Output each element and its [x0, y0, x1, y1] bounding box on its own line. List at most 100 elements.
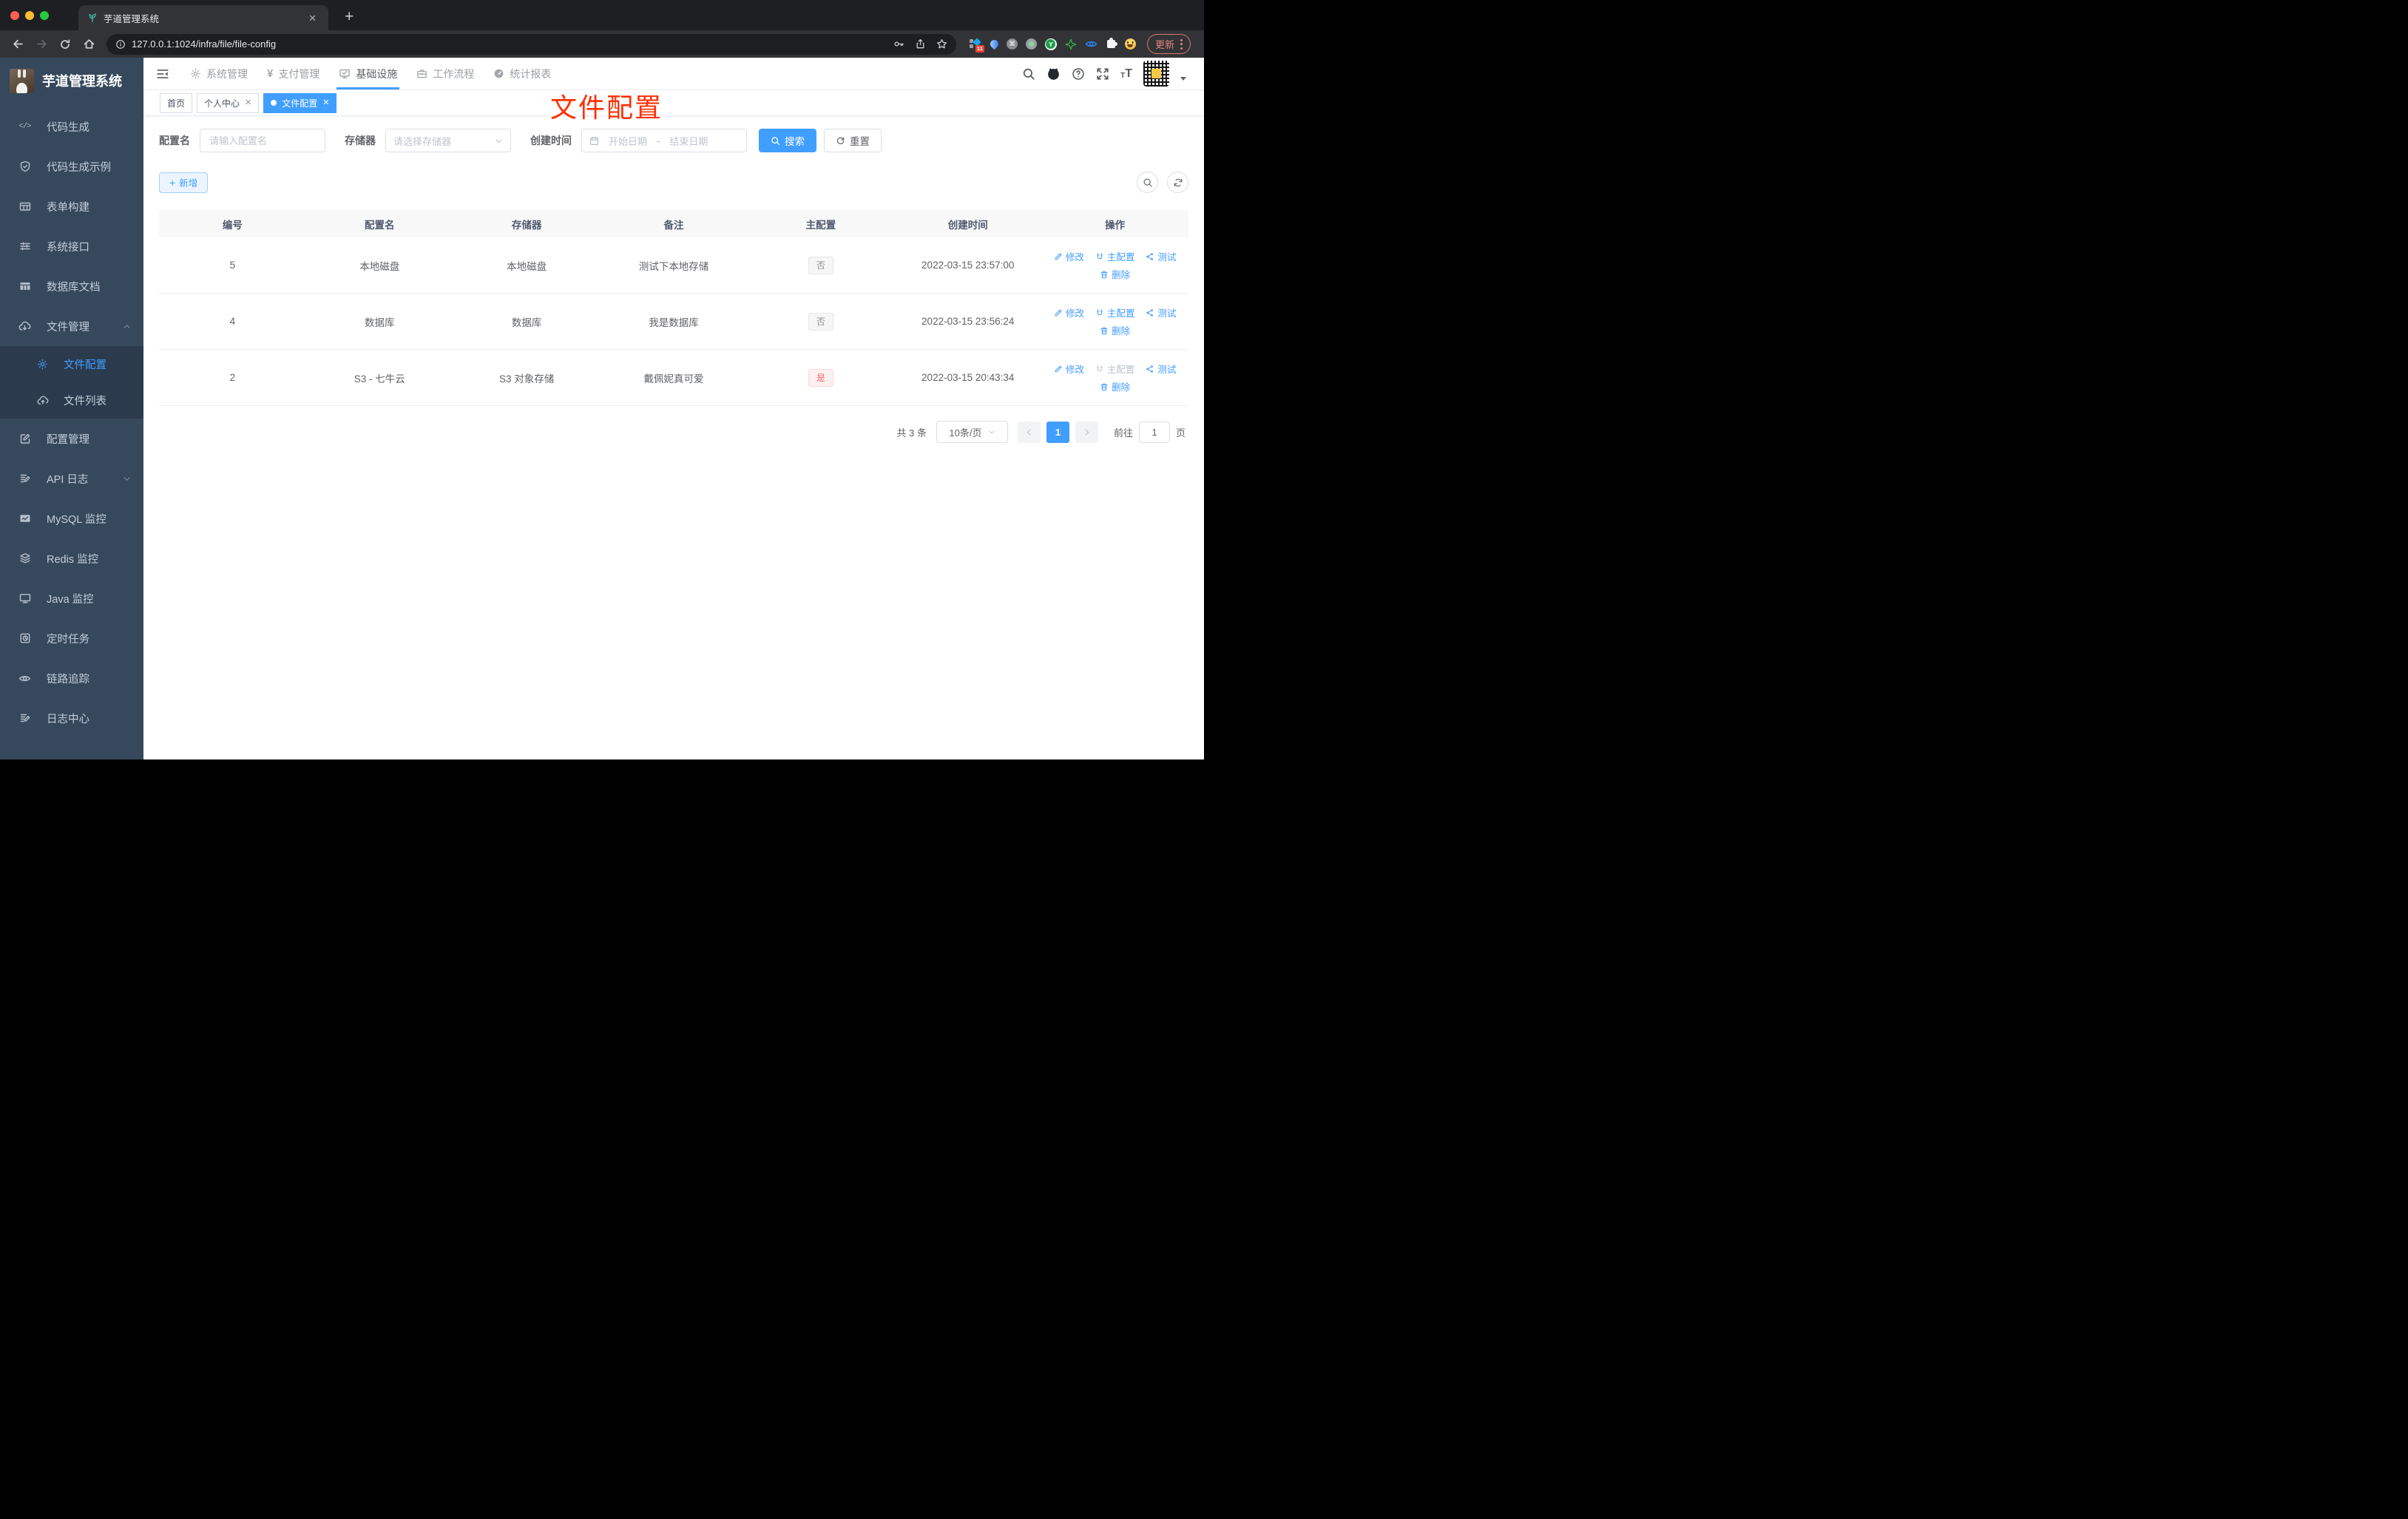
test-action[interactable]: 测试 [1146, 362, 1176, 376]
user-avatar[interactable] [1143, 61, 1169, 87]
address-bar[interactable]: 127.0.0.1:1024/infra/file/file-config [106, 33, 956, 55]
password-key-icon[interactable] [893, 38, 904, 50]
tag-file-config[interactable]: 文件配置 ✕ [263, 92, 337, 113]
extension-star-icon[interactable] [1065, 38, 1077, 50]
sidebar-item-api-log[interactable]: API 日志 [0, 459, 143, 498]
sidebar-item-code-generation[interactable]: </> 代码生成 [0, 106, 143, 146]
nav-menu-label: 系统管理 [206, 67, 248, 80]
search-button[interactable]: 搜索 [759, 129, 816, 152]
pagination: 共 3 条 10条/页 1 前往 1 页 [159, 421, 1188, 443]
red-annotation-title: 文件配置 [550, 92, 663, 123]
prev-page-button[interactable] [1017, 421, 1041, 443]
set-master-action[interactable]: 主配置 [1095, 249, 1134, 263]
page-number-button[interactable]: 1 [1046, 421, 1069, 443]
sidebar-item-log-center[interactable]: 日志中心 [0, 698, 143, 738]
close-icon[interactable]: ✕ [322, 98, 329, 107]
extension-pin-icon[interactable] [988, 38, 1001, 50]
forward-icon[interactable] [31, 34, 52, 55]
browser-tab[interactable]: 芋道管理系统 ✕ [78, 5, 328, 30]
refresh-button[interactable] [1167, 172, 1188, 193]
sidebar-item-code-example[interactable]: 代码生成示例 [0, 146, 143, 186]
config-name-label: 配置名 [159, 135, 190, 146]
sidebar-item-trace[interactable]: 链路追踪 [0, 658, 143, 698]
extension-dot-icon[interactable] [1025, 38, 1037, 50]
delete-action[interactable]: 删除 [1100, 379, 1130, 393]
config-name-input[interactable] [200, 129, 325, 152]
sidebar-item-java-monitor[interactable]: Java 监控 [0, 578, 143, 618]
close-window-button[interactable] [10, 10, 19, 20]
nav-menu-payment[interactable]: ¥ 支付管理 [257, 58, 329, 89]
extension-eye-icon[interactable] [1085, 38, 1098, 50]
edit-action[interactable]: 修改 [1054, 249, 1084, 263]
extensions-puzzle-icon[interactable] [1106, 38, 1117, 48]
nav-menu-infrastructure[interactable]: 基础设施 [329, 58, 407, 89]
column-header-name: 配置名 [365, 219, 395, 231]
share-icon[interactable] [915, 38, 926, 50]
calendar-icon [589, 136, 599, 146]
master-status-badge: 否 [808, 256, 833, 274]
set-master-action[interactable]: 主配置 [1095, 305, 1134, 319]
home-icon[interactable] [78, 34, 99, 55]
user-menu-caret-icon[interactable] [1180, 77, 1186, 81]
maximize-window-button[interactable] [40, 10, 49, 20]
close-icon[interactable]: ✕ [245, 98, 251, 107]
minimize-window-button[interactable] [25, 10, 34, 20]
show-search-toggle-button[interactable] [1137, 172, 1158, 193]
sidebar-item-config-management[interactable]: 配置管理 [0, 419, 143, 459]
chart-icon [18, 512, 31, 524]
sidebar-item-file-config[interactable]: 文件配置 [0, 346, 143, 382]
tag-home[interactable]: 首页 [160, 92, 193, 113]
tag-profile[interactable]: 个人中心 ✕ [197, 92, 260, 113]
edit-action[interactable]: 修改 [1054, 305, 1084, 319]
sidebar-item-label: 表单构建 [47, 201, 89, 214]
chrome-update-menu[interactable]: 更新 [1146, 34, 1191, 54]
reset-button-label: 重置 [850, 136, 870, 147]
sidebar-item-db-doc[interactable]: 数据库文档 [0, 266, 143, 306]
gear-icon [190, 68, 201, 79]
help-icon[interactable] [1072, 67, 1085, 81]
reset-button[interactable]: 重置 [824, 129, 882, 152]
page-size-select[interactable]: 10条/页 [936, 421, 1008, 443]
nav-menu-system[interactable]: 系统管理 [180, 58, 257, 89]
search-icon[interactable] [1022, 67, 1035, 81]
new-tab-button[interactable]: + [339, 8, 359, 30]
cell-storage: S3 对象存储 [499, 373, 555, 385]
add-button[interactable]: + 新增 [159, 172, 209, 193]
extension-command-icon[interactable]: ⌘ [1006, 38, 1018, 50]
storage-select[interactable]: 请选择存储器 [385, 129, 511, 152]
sidebar-item-file-list[interactable]: 文件列表 [0, 382, 143, 419]
bookmark-star-icon[interactable] [936, 38, 947, 50]
back-icon[interactable] [7, 34, 28, 55]
sidebar-item-mysql-monitor[interactable]: MySQL 监控 [0, 498, 143, 538]
cell-created: 2022-03-15 23:56:24 [921, 316, 1015, 327]
font-size-icon[interactable]: TT [1120, 67, 1132, 80]
tag-label: 首页 [167, 98, 186, 109]
sidebar-item-file-management[interactable]: 文件管理 [0, 306, 143, 346]
site-info-icon[interactable] [115, 39, 126, 50]
delete-action[interactable]: 删除 [1100, 267, 1130, 281]
sidebar-collapse-icon[interactable] [143, 67, 180, 81]
nav-menu-workflow[interactable]: 工作流程 [407, 58, 484, 89]
sidebar-item-redis-monitor[interactable]: Redis 监控 [0, 538, 143, 578]
nav-menu-report[interactable]: 统计报表 [484, 58, 561, 89]
delete-action[interactable]: 删除 [1100, 323, 1130, 337]
edit-action[interactable]: 修改 [1054, 362, 1084, 376]
cell-id: 4 [229, 316, 236, 327]
test-action[interactable]: 测试 [1146, 249, 1176, 263]
column-header-master: 主配置 [805, 219, 836, 231]
sidebar-logo[interactable]: 芋道管理系统 [0, 58, 143, 104]
github-icon[interactable] [1046, 67, 1061, 81]
test-action[interactable]: 测试 [1146, 305, 1176, 319]
tab-close-icon[interactable]: ✕ [305, 12, 319, 24]
extension-y-icon[interactable]: Y [1044, 38, 1057, 50]
sidebar-item-form-builder[interactable]: 表单构建 [0, 186, 143, 226]
sidebar-item-scheduled-jobs[interactable]: 定时任务 [0, 618, 143, 658]
extension-emoji-icon[interactable] [1124, 38, 1136, 50]
reload-icon[interactable] [55, 34, 75, 55]
extension-diamond-icon[interactable]: 11 [969, 37, 984, 53]
goto-page-input[interactable] [1138, 421, 1170, 443]
sidebar-item-system-api[interactable]: 系统接口 [0, 226, 143, 266]
date-range-picker[interactable]: 开始日期 - 结束日期 [581, 129, 747, 152]
next-page-button[interactable] [1075, 421, 1098, 443]
fullscreen-icon[interactable] [1096, 67, 1109, 81]
